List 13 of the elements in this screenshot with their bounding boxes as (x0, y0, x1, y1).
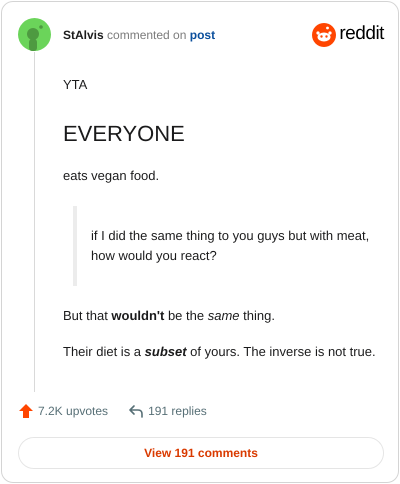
comment-text: eats vegan food. (63, 167, 160, 185)
reply-count: 191 replies (148, 403, 207, 420)
action-text: commented on (106, 28, 188, 42)
upvote-count: 7.2K upvotes (38, 403, 108, 420)
post-link[interactable]: post (190, 28, 216, 42)
brand-name: reddit (339, 22, 384, 46)
comment-text: YTA (63, 76, 88, 94)
author-name[interactable]: StAlvis (63, 28, 104, 42)
comment-heading: EVERYONE (63, 120, 186, 148)
comment-text: But that wouldn't be the same thing. (63, 307, 276, 325)
view-comments-button[interactable]: View 191 comments (18, 437, 384, 469)
comment-text: Their diet is a subset of yours. The inverse is not true. (63, 343, 377, 361)
quoted-text: if I did the same thing to you guys but with meat, how would you react? (91, 227, 370, 265)
